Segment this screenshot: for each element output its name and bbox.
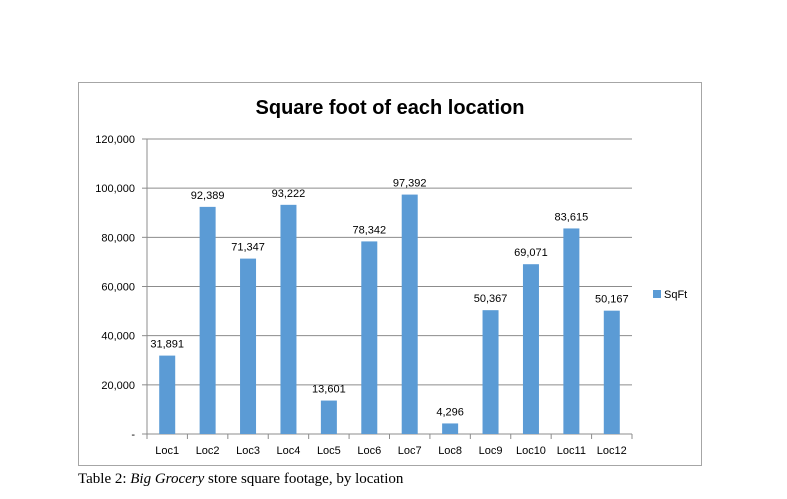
bar (401, 194, 418, 434)
y-tick-label: 40,000 (101, 331, 135, 343)
data-label: 78,342 (352, 224, 386, 236)
legend-swatch (653, 290, 661, 298)
y-tick-label: 120,000 (95, 134, 135, 146)
data-label: 13,601 (312, 384, 346, 396)
y-tick-label: 100,000 (95, 183, 135, 195)
data-label: 92,389 (191, 190, 225, 202)
bar (240, 258, 257, 434)
x-tick-label: Loc10 (516, 445, 546, 457)
data-label: 83,615 (555, 211, 589, 223)
caption-prefix: Table 2: (78, 471, 131, 487)
bar-chart: Square foot of each location - 20,000 40,0… (95, 97, 687, 457)
data-label: 93,222 (272, 188, 306, 200)
data-label: 50,367 (474, 293, 508, 305)
x-tick-label: Loc1 (155, 445, 179, 457)
x-tick-label: Loc2 (196, 445, 220, 457)
figure-caption: Table 2: Big Grocery store square footag… (78, 471, 403, 488)
data-label: 50,167 (595, 294, 629, 306)
bar (320, 400, 337, 434)
data-label: 97,392 (393, 178, 427, 190)
data-label: 31,891 (150, 339, 184, 351)
y-tick-label: - (131, 429, 135, 441)
legend-label: SqFt (664, 289, 687, 301)
bar (159, 355, 176, 434)
bar (603, 310, 620, 434)
chart-title: Square foot of each location (256, 97, 525, 119)
bar (442, 423, 459, 434)
data-label: 71,347 (231, 242, 265, 254)
bar (563, 228, 580, 434)
caption-italic: Big Grocery (130, 471, 205, 487)
data-label: 4,296 (436, 406, 464, 418)
y-tick-label: 60,000 (101, 282, 135, 294)
bar (280, 204, 297, 434)
x-tick-label: Loc12 (597, 445, 627, 457)
x-tick-label: Loc5 (317, 445, 341, 457)
x-tick-label: Loc3 (236, 445, 260, 457)
y-tick-label: 20,000 (101, 380, 135, 392)
y-tick-label: 80,000 (101, 232, 135, 244)
bar (482, 310, 499, 434)
x-tick-label: Loc8 (438, 445, 462, 457)
x-tick-label: Loc6 (357, 445, 381, 457)
x-tick-label: Loc11 (557, 445, 586, 457)
bar (522, 264, 539, 434)
x-tick-label: Loc9 (479, 445, 503, 457)
bar (199, 206, 216, 434)
x-tick-label: Loc4 (277, 445, 301, 457)
data-label: 69,071 (514, 247, 548, 259)
x-tick-label: Loc7 (398, 445, 422, 457)
bar (361, 241, 378, 434)
caption-suffix: store square footage, by location (204, 471, 404, 487)
